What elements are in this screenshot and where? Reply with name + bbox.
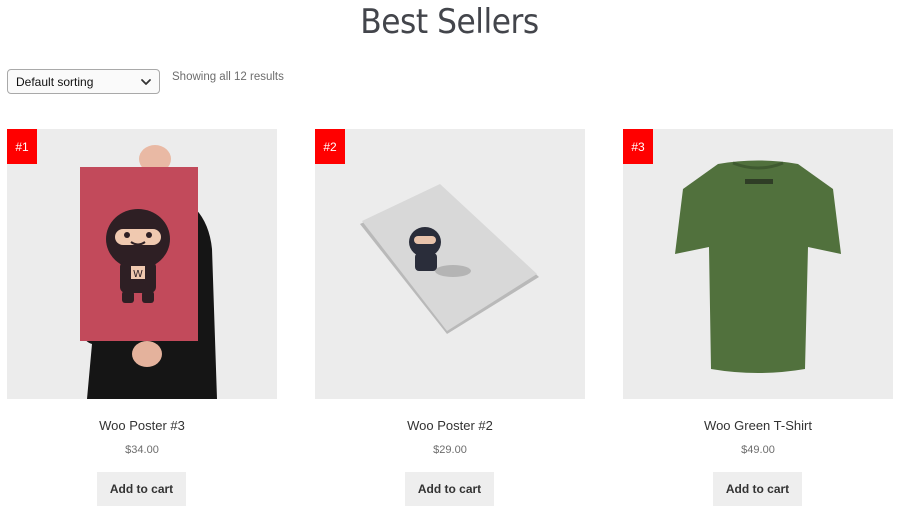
add-to-cart-button[interactable]: Add to cart — [405, 472, 494, 506]
product-card: #2 Woo Poster #2 $29.00 Add to cart — [315, 129, 585, 506]
product-image-link[interactable]: #3 — [623, 129, 893, 399]
poster-held-image: W — [80, 145, 217, 399]
product-card: #3 Woo Green T-Shirt $49.00 Add to cart — [623, 129, 893, 506]
product-price: $29.00 — [433, 444, 467, 456]
page-title: Best Sellers — [360, 2, 539, 42]
poster-flat-image — [360, 184, 539, 334]
product-title[interactable]: Woo Green T-Shirt — [623, 418, 893, 433]
rank-badge: #3 — [623, 129, 653, 164]
rank-badge: #1 — [7, 129, 37, 164]
green-tshirt-image — [675, 160, 841, 373]
add-to-cart-button[interactable]: Add to cart — [713, 472, 802, 506]
sorting-selected-label: Default sorting — [16, 74, 94, 89]
product-title[interactable]: Woo Poster #3 — [7, 418, 277, 433]
product-price: $34.00 — [125, 444, 159, 456]
result-count: Showing all 12 results — [172, 71, 284, 83]
sorting-select[interactable]: Default sorting — [7, 69, 160, 94]
add-to-cart-button[interactable]: Add to cart — [97, 472, 186, 506]
svg-text:W: W — [133, 269, 143, 280]
rank-badge: #2 — [315, 129, 345, 164]
product-image-link[interactable]: W #1 — [7, 129, 277, 399]
product-image-link[interactable]: #2 — [315, 129, 585, 399]
product-card: W #1 Woo Poster #3 $34.00 Add to cart — [7, 129, 277, 506]
chevron-down-icon — [141, 79, 151, 85]
product-price: $49.00 — [741, 444, 775, 456]
product-title[interactable]: Woo Poster #2 — [315, 418, 585, 433]
